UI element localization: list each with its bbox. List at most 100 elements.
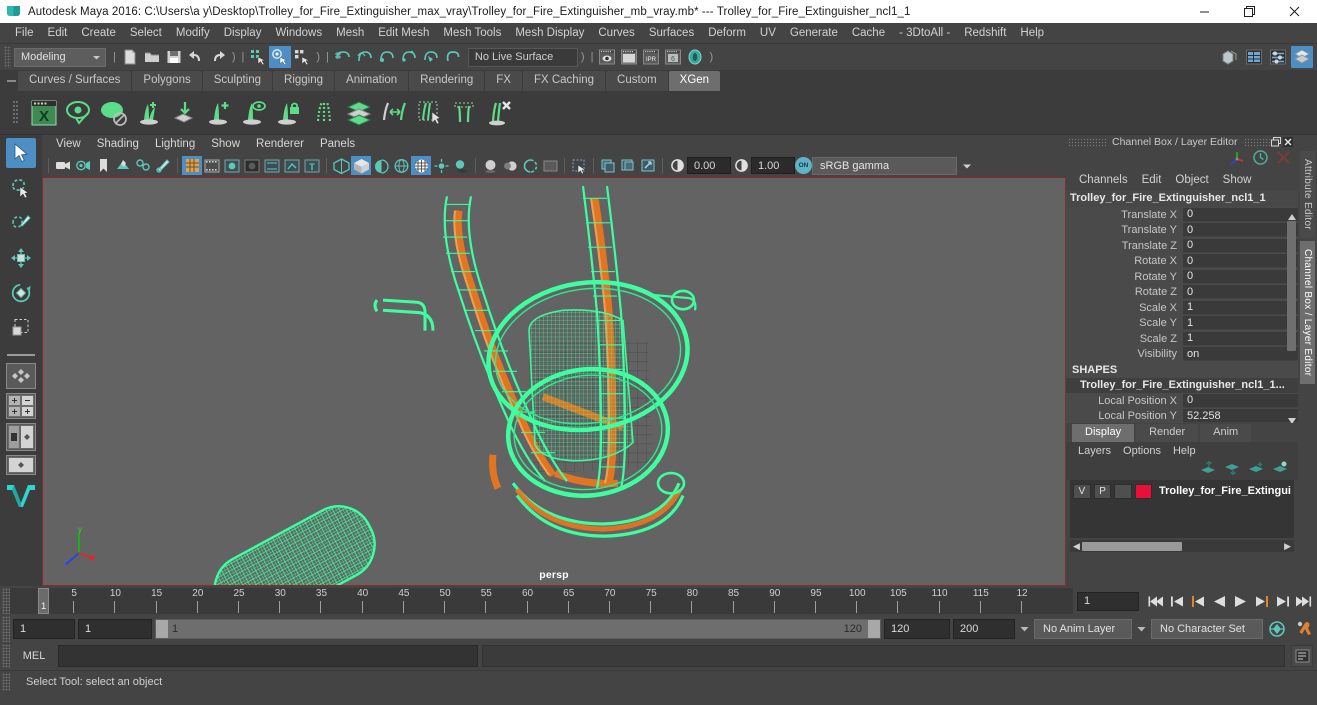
exposure-field[interactable]: 0.00: [687, 157, 731, 174]
xgen-disable-preview-icon[interactable]: [96, 95, 131, 131]
time-slider[interactable]: 1 5 10 15 20 25 30 35 40 45 50 55 60 65 70 75 80 85 90 95 1…: [10, 588, 1073, 614]
gamma-field[interactable]: 1.00: [751, 157, 795, 174]
color-profile-chevron-icon[interactable]: [957, 156, 977, 175]
display-layer-list[interactable]: V P Trolley_for_Fire_Extingui: [1070, 480, 1294, 538]
paint-select-tool[interactable]: [6, 208, 36, 238]
menu-item-edit[interactable]: Edit: [41, 24, 75, 43]
exposure-reset-icon[interactable]: [667, 156, 687, 175]
quick-layout-persp-graph[interactable]: [6, 455, 36, 475]
attribute-value[interactable]: 0: [1183, 238, 1298, 253]
status-bar-grip[interactable]: [2, 672, 10, 691]
color-profile-dropdown[interactable]: sRGB gamma: [812, 156, 957, 175]
menu-item-select[interactable]: Select: [123, 24, 169, 43]
texture-mode-icon[interactable]: [391, 156, 411, 175]
layer-list-horizontal-scrollbar[interactable]: ◀ ▶: [1070, 540, 1294, 552]
xgen-preview-icon[interactable]: [61, 95, 96, 131]
select-by-component-type-button[interactable]: [291, 46, 313, 68]
toggle-channel-speed-icon[interactable]: [1252, 149, 1269, 171]
auto-keyframe-toggle[interactable]: [1266, 618, 1290, 640]
attribute-value[interactable]: 0: [1183, 269, 1298, 284]
menu-item-generate[interactable]: Generate: [783, 24, 845, 43]
snap-to-grid-button[interactable]: [332, 46, 354, 68]
menu-item-uv[interactable]: UV: [753, 24, 783, 43]
step-forward-key-button[interactable]: [1272, 590, 1292, 612]
xgen-add-description-icon[interactable]: [201, 95, 236, 131]
layer-visibility-toggle[interactable]: V: [1073, 483, 1091, 499]
move-layer-up-icon[interactable]: [1200, 460, 1216, 480]
command-language-label[interactable]: MEL: [14, 650, 54, 662]
layer-color-swatch[interactable]: [1135, 483, 1152, 499]
layer-tab-anim[interactable]: Anim: [1200, 424, 1252, 442]
current-frame-field[interactable]: 1: [1077, 591, 1139, 611]
go-to-end-button[interactable]: [1293, 590, 1313, 612]
menu-item-redshift[interactable]: Redshift: [957, 24, 1013, 43]
menu-item-mesh-tools[interactable]: Mesh Tools: [436, 24, 508, 43]
isolate-select-icon[interactable]: [569, 156, 589, 175]
show-hide-tool-settings-button[interactable]: [1267, 46, 1289, 68]
play-forwards-button[interactable]: [1230, 590, 1250, 612]
film-gate-mask-icon[interactable]: [262, 156, 282, 175]
shelf-tab-fx[interactable]: FX: [485, 71, 522, 91]
xgen-preview-description-icon[interactable]: [236, 95, 271, 131]
lasso-tool[interactable]: [6, 173, 36, 203]
hud-toggle-icon[interactable]: [638, 156, 658, 175]
character-set-dropdown[interactable]: No Character Set: [1151, 619, 1263, 639]
shelf-tab-custom[interactable]: Custom: [606, 71, 668, 91]
quick-layout-outliner-persp[interactable]: [6, 423, 36, 451]
step-back-frame-button[interactable]: [1188, 590, 1208, 612]
anim-layer-dropdown[interactable]: No Anim Layer: [1034, 619, 1132, 639]
channel-box-menu-edit[interactable]: Edit: [1135, 172, 1169, 189]
range-bar-right-handle[interactable]: [868, 620, 880, 638]
quick-layout-single-perspective[interactable]: [6, 363, 36, 389]
grease-pencil-icon[interactable]: [153, 156, 173, 175]
snap-to-projected-center-button[interactable]: [398, 46, 420, 68]
command-input-field[interactable]: [58, 645, 478, 667]
quick-layout-four-view[interactable]: [6, 393, 36, 419]
menu-item-windows[interactable]: Windows: [268, 24, 329, 43]
scroll-right-arrow-icon[interactable]: ▶: [1281, 541, 1294, 552]
channel-box-scroll-thumb[interactable]: [1287, 221, 1296, 351]
motion-blur-icon[interactable]: [500, 156, 520, 175]
time-slider-grip[interactable]: [2, 588, 10, 614]
render-current-frame-button[interactable]: [596, 46, 618, 68]
xgen-select-guides-icon[interactable]: [411, 95, 446, 131]
channel-box-menu-object[interactable]: Object: [1168, 172, 1215, 189]
hw-texturing-icon[interactable]: [618, 156, 638, 175]
viewport-menu-view[interactable]: View: [48, 136, 89, 153]
move-tool[interactable]: [6, 243, 36, 273]
command-output-field[interactable]: [482, 645, 1285, 667]
channel-box-scrollbar[interactable]: [1287, 209, 1296, 423]
layer-name[interactable]: Trolley_for_Fire_Extingui: [1159, 485, 1291, 497]
range-slider-grip[interactable]: [2, 616, 10, 642]
channel-box-menu-channels[interactable]: Channels: [1072, 172, 1135, 189]
close-button[interactable]: [1272, 0, 1317, 23]
color-management-toggle[interactable]: ON: [795, 157, 812, 174]
rotate-tool[interactable]: [6, 278, 36, 308]
depth-of-field-icon[interactable]: [540, 156, 560, 175]
select-by-hierarchy-button[interactable]: [247, 46, 269, 68]
playback-options-chevron-icon[interactable]: [1018, 619, 1031, 639]
menu-item-display[interactable]: Display: [217, 24, 269, 43]
maximize-button[interactable]: [1227, 0, 1272, 23]
ipr-render-button[interactable]: IPR: [640, 46, 662, 68]
snap-to-view-plane-button[interactable]: [420, 46, 442, 68]
go-to-start-button[interactable]: [1146, 590, 1166, 612]
xgen-split-description-icon[interactable]: [306, 95, 341, 131]
panel-drag-handle-right[interactable]: [1243, 137, 1270, 147]
create-empty-layer-icon[interactable]: [1248, 461, 1264, 480]
camera-attributes-icon[interactable]: [73, 156, 93, 175]
channel-box-menu-show[interactable]: Show: [1216, 172, 1259, 189]
undo-button[interactable]: [185, 46, 207, 68]
snap-to-curve-button[interactable]: [354, 46, 376, 68]
select-by-object-type-button[interactable]: [269, 46, 292, 68]
menu-item-modify[interactable]: Modify: [169, 24, 217, 43]
show-hide-channel-box-button[interactable]: [1291, 46, 1313, 68]
xgen-editor-icon[interactable]: X: [26, 95, 61, 131]
shelf-tab-sculpting[interactable]: Sculpting: [202, 71, 273, 91]
wireframe-shading-icon[interactable]: [331, 156, 351, 175]
animation-end-field[interactable]: 200: [953, 619, 1015, 639]
gate-mask-icon[interactable]: [242, 156, 262, 175]
move-layer-down-icon[interactable]: [1224, 461, 1240, 480]
shelf-row-grip[interactable]: [4, 93, 26, 133]
two-d-pan-zoom-icon[interactable]: [133, 156, 153, 175]
